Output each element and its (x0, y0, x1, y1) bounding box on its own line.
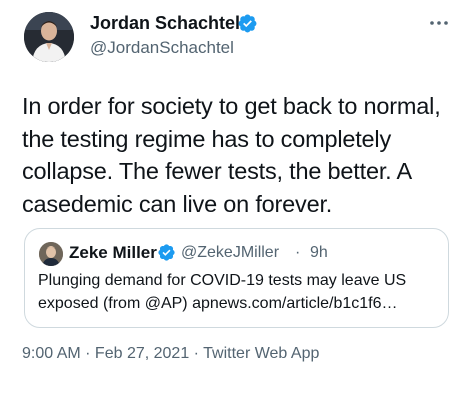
tweet-date[interactable]: Feb 27, 2021 (95, 345, 189, 362)
profile-photo (24, 12, 74, 62)
author-avatar[interactable] (24, 12, 74, 62)
quote-separator: · (295, 244, 301, 261)
more-horizontal-icon[interactable] (428, 16, 450, 30)
quote-author-avatar (39, 242, 63, 266)
quote-timestamp: 9h (310, 244, 328, 261)
meta-separator: · (189, 345, 204, 362)
tweet-text: In order for society to get back to norm… (22, 93, 441, 217)
author-name[interactable]: Jordan Schachtel (90, 12, 240, 34)
verified-badge-icon (238, 14, 257, 33)
meta-separator: · (80, 345, 95, 362)
tweet-meta: 9:00 AM · Feb 27, 2021 · Twitter Web App (22, 343, 319, 365)
quoted-tweet[interactable]: Zeke Miller @ZekeJMiller · 9h Plunging d… (24, 228, 449, 328)
quote-text: Plunging demand for COVID-19 tests may l… (38, 272, 407, 312)
quote-author-handle: @ZekeJMiller (181, 244, 280, 261)
tweet-source[interactable]: Twitter Web App (203, 345, 319, 362)
quote-verified-badge-icon (158, 244, 175, 261)
tweet-card: Jordan Schachtel @JordanSchachtel In ord… (0, 0, 470, 402)
author-handle[interactable]: @JordanSchachtel (90, 37, 234, 59)
quote-author-name: Zeke Miller (69, 243, 157, 262)
quote-profile-photo (39, 242, 63, 266)
tweet-time[interactable]: 9:00 AM (22, 345, 81, 362)
